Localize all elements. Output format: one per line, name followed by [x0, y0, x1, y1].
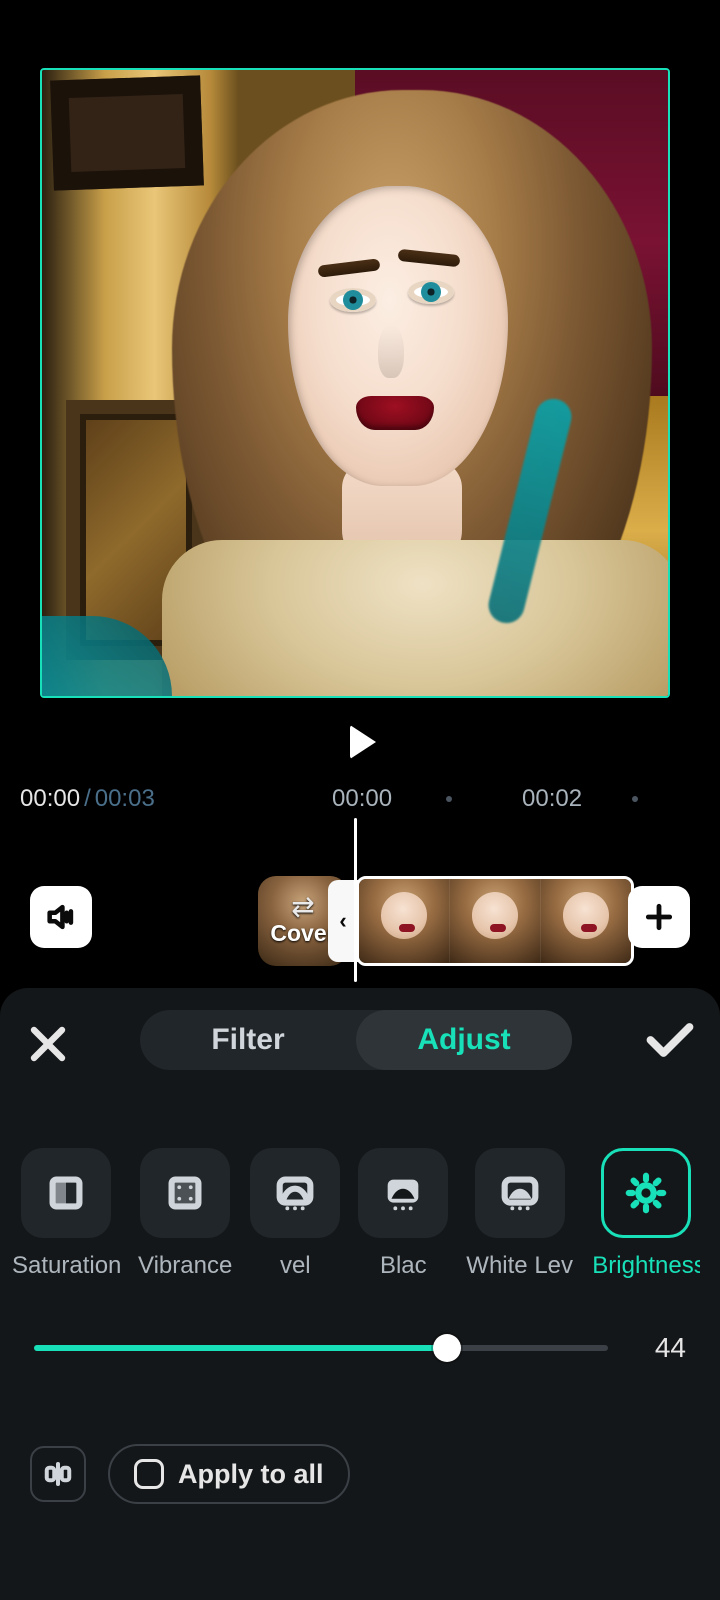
clip-thumbnail	[540, 879, 631, 963]
clip-thumbnail	[449, 879, 540, 963]
confirm-button[interactable]	[644, 1020, 696, 1060]
panel-bottom-row: Apply to all	[30, 1444, 350, 1504]
tab-filter-label: Filter	[211, 1023, 284, 1057]
brightness-icon	[623, 1170, 669, 1216]
time-total: 00:03	[95, 785, 155, 812]
compare-toggle[interactable]	[30, 1446, 86, 1502]
white-level-icon	[497, 1170, 543, 1216]
speaker-icon	[44, 900, 78, 934]
option-label: Saturation	[12, 1252, 120, 1280]
option-label: Blac	[380, 1252, 427, 1280]
option-white-level[interactable]: White Leve	[466, 1148, 574, 1280]
slider-fill	[34, 1345, 447, 1351]
option-label: vel	[280, 1252, 311, 1280]
checkbox-icon	[134, 1459, 164, 1489]
option-vibrance[interactable]: Vibrance	[138, 1148, 232, 1280]
play-button[interactable]	[336, 718, 384, 766]
ruler-dot	[446, 796, 452, 802]
option-brightness[interactable]: Brightness	[592, 1148, 700, 1280]
adjust-panel: Filter Adjust ast Saturation	[0, 988, 720, 1600]
time-row: 00:00/00:03 00:00 00:02	[0, 784, 720, 814]
option-label: Vibrance	[138, 1252, 232, 1280]
compare-icon	[43, 1459, 73, 1489]
close-button[interactable]	[24, 1020, 72, 1068]
tab-adjust[interactable]: Adjust	[356, 1010, 572, 1070]
ruler-tick-2: 00:02	[522, 785, 582, 813]
preview-illustration	[42, 70, 668, 696]
play-icon	[350, 725, 376, 759]
timeline[interactable]: ⇄ Cover ‹ 3.0s	[0, 818, 720, 988]
plus-icon	[643, 901, 675, 933]
swap-icon: ⇄	[291, 896, 314, 918]
apply-to-all-button[interactable]: Apply to all	[108, 1444, 350, 1504]
tab-adjust-label: Adjust	[417, 1023, 510, 1057]
panel-header: Filter Adjust	[0, 988, 720, 1098]
cover-label: Cover	[270, 920, 335, 947]
apply-to-all-label: Apply to all	[178, 1459, 324, 1490]
black-level-icon	[380, 1170, 426, 1216]
option-saturation[interactable]: Saturation	[12, 1148, 120, 1280]
mute-toggle[interactable]	[30, 886, 92, 948]
vibrance-icon	[162, 1170, 208, 1216]
playhead[interactable]	[354, 818, 357, 982]
option-label: Brightness	[592, 1252, 700, 1280]
ruler-dot	[632, 796, 638, 802]
time-position: 00:00/00:03	[20, 785, 155, 813]
clip-thumbnail	[359, 879, 449, 963]
option-label: White Leve	[466, 1252, 574, 1280]
curve-icon	[272, 1170, 318, 1216]
saturation-icon	[43, 1170, 89, 1216]
option-level[interactable]: vel	[250, 1148, 340, 1280]
video-clip[interactable]: 3.0s	[356, 876, 634, 966]
tab-filter[interactable]: Filter	[140, 1010, 356, 1070]
mode-toggle: Filter Adjust	[140, 1010, 572, 1070]
add-clip-button[interactable]	[628, 886, 690, 948]
slider-thumb[interactable]	[433, 1334, 461, 1362]
slider-track[interactable]	[34, 1345, 608, 1351]
brightness-slider[interactable]: 44	[34, 1328, 686, 1368]
ruler-tick-0: 00:00	[332, 785, 392, 813]
slider-value: 44	[626, 1332, 686, 1364]
option-black-level[interactable]: Blac	[358, 1148, 448, 1280]
time-current: 00:00	[20, 785, 80, 812]
video-preview[interactable]	[40, 68, 670, 698]
adjust-options[interactable]: ast Saturation Vibrance vel	[0, 1148, 720, 1298]
video-editor-root: 00:00/00:03 00:00 00:02 ⇄ Cover ‹ 3.0s	[0, 0, 720, 1600]
